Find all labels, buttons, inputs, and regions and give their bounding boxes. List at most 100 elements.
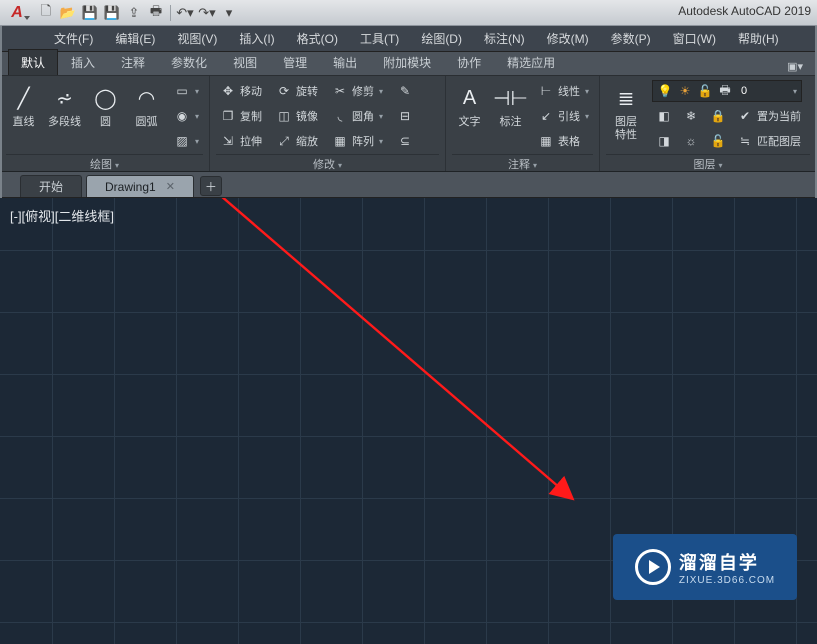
panel-modify-title[interactable]: 修改 — [216, 154, 439, 171]
menu-help[interactable]: 帮助(H) — [728, 26, 789, 51]
scale-button[interactable]: ⤢缩放 — [272, 130, 322, 152]
qat-undo-icon[interactable]: ↶▾ — [175, 3, 195, 23]
polyline-label: 多段线 — [48, 116, 81, 129]
qat-save-icon[interactable]: 💾 — [80, 3, 100, 23]
layer-off-button[interactable]: ◨ — [652, 130, 676, 152]
qat-dropdown-icon[interactable]: ▾ — [219, 3, 239, 23]
move-button[interactable]: ✥移动 — [216, 80, 266, 102]
ribbon-tab-parametric[interactable]: 参数化 — [158, 49, 220, 75]
circle-label: 圆 — [100, 116, 111, 129]
trim-label: 修剪 — [352, 83, 374, 99]
rect-button[interactable]: ▭▾ — [170, 80, 203, 102]
layer-iso-button[interactable]: ◧ — [652, 105, 676, 127]
qat-plot-icon[interactable]: 🖶 — [146, 3, 166, 23]
close-tab-icon[interactable]: ✕ — [166, 180, 175, 193]
text-icon: A — [453, 82, 485, 114]
leader-label: 引线 — [558, 108, 580, 124]
fillet-button[interactable]: ◟圆角▾ — [328, 105, 387, 127]
app-menu-button[interactable]: A — [2, 2, 32, 24]
viewport-label[interactable]: [-][俯视][二维线框] — [10, 206, 114, 225]
mirror-button[interactable]: ◫镜像 — [272, 105, 322, 127]
qat-redo-icon[interactable]: ↷▾ — [197, 3, 217, 23]
menu-modify[interactable]: 修改(M) — [537, 26, 599, 51]
ribbon-tab-featured[interactable]: 精选应用 — [494, 49, 568, 75]
menu-insert[interactable]: 插入(I) — [229, 26, 284, 51]
table-button[interactable]: ▦表格 — [534, 130, 593, 152]
offset-button[interactable]: ⊆ — [393, 130, 417, 152]
leader-button[interactable]: ↙引线▾ — [534, 105, 593, 127]
match-layer-button[interactable]: ≒匹配图层 — [733, 130, 805, 152]
circle-icon: ◯ — [90, 82, 122, 114]
layer-thaw-button[interactable]: ☼ — [679, 130, 703, 152]
offset-icon: ⊆ — [397, 133, 413, 149]
ribbon-tab-insert[interactable]: 插入 — [58, 49, 108, 75]
sun-icon: ☀ — [677, 83, 693, 99]
trim-button[interactable]: ✂修剪▾ — [328, 80, 387, 102]
array-label: 阵列 — [352, 133, 374, 149]
line-button[interactable]: ╱ 直线 — [6, 80, 41, 129]
ribbon-tab-default[interactable]: 默认 — [8, 49, 58, 75]
layer-freeze-button[interactable]: ❄ — [679, 105, 703, 127]
panel-draw-title[interactable]: 绘图 — [6, 154, 203, 171]
ribbon-collapse-button[interactable]: ▣▾ — [781, 58, 809, 75]
document-tabstrip: 开始 Drawing1 ✕ ＋ — [0, 172, 817, 198]
table-icon: ▦ — [538, 133, 554, 149]
stretch-button[interactable]: ⇲拉伸 — [216, 130, 266, 152]
hatch-button[interactable]: ▨▾ — [170, 130, 203, 152]
text-button[interactable]: A 文字 — [452, 80, 487, 129]
polyline-button[interactable]: ⩫ 多段线 — [47, 80, 82, 129]
add-tab-button[interactable]: ＋ — [200, 176, 222, 196]
qat-separator — [170, 5, 171, 21]
qat-open-icon[interactable]: 📂 — [58, 3, 78, 23]
menu-edit[interactable]: 编辑(E) — [105, 26, 165, 51]
doc-tab-start[interactable]: 开始 — [20, 175, 82, 197]
ribbon-tab-addins[interactable]: 附加模块 — [370, 49, 444, 75]
qat-cloud-icon[interactable]: ⇪ — [124, 3, 144, 23]
menu-parametric[interactable]: 参数(P) — [601, 26, 661, 51]
erase-button[interactable]: ✎ — [393, 80, 417, 102]
doc-tab-drawing1[interactable]: Drawing1 ✕ — [86, 175, 194, 197]
linear-button[interactable]: ⊢线性▾ — [534, 80, 593, 102]
layer-properties-icon: ≣ — [610, 82, 642, 114]
layer-properties-button[interactable]: ≣ 图层 特性 — [606, 80, 646, 142]
copy-button[interactable]: ❐复制 — [216, 105, 266, 127]
drawing-canvas[interactable]: [-][俯视][二维线框] 溜溜自学 ZIXUE.3D66.COM — [0, 198, 817, 644]
qat-saveas-icon[interactable]: 💾 — [102, 3, 122, 23]
layer-selector[interactable]: 💡 ☀ 🔓 🖶 0 ▾ — [652, 80, 802, 102]
menu-view[interactable]: 视图(V) — [167, 26, 227, 51]
panel-modify: ✥移动 ❐复制 ⇲拉伸 ⟳旋转 ◫镜像 ⤢缩放 ✂修剪▾ ◟圆角▾ ▦阵列▾ ✎… — [210, 76, 446, 171]
arc-button[interactable]: ◠ 圆弧 — [129, 80, 164, 129]
explode-button[interactable]: ⊟ — [393, 105, 417, 127]
ribbon-tab-annotate[interactable]: 注释 — [108, 49, 158, 75]
ribbon-tab-view[interactable]: 视图 — [220, 49, 270, 75]
panel-annotation-title[interactable]: 注释 — [452, 154, 593, 171]
ellipse-button[interactable]: ◉▾ — [170, 105, 203, 127]
panel-layers-title[interactable]: 图层 — [606, 154, 810, 171]
copy-icon: ❐ — [220, 108, 236, 124]
layer-lock-button[interactable]: 🔒 — [706, 105, 730, 127]
fillet-label: 圆角 — [352, 108, 374, 124]
menu-window[interactable]: 窗口(W) — [663, 26, 726, 51]
menu-file[interactable]: 文件(F) — [44, 26, 103, 51]
rotate-icon: ⟳ — [276, 83, 292, 99]
table-label: 表格 — [558, 133, 580, 149]
ribbon-tab-manage[interactable]: 管理 — [270, 49, 320, 75]
dimension-button[interactable]: ⊣⊢ 标注 — [493, 80, 528, 129]
menu-format[interactable]: 格式(O) — [287, 26, 348, 51]
explode-icon: ⊟ — [397, 108, 413, 124]
circle-button[interactable]: ◯ 圆 — [88, 80, 123, 129]
menu-dimension[interactable]: 标注(N) — [474, 26, 535, 51]
rotate-button[interactable]: ⟳旋转 — [272, 80, 322, 102]
rect-icon: ▭ — [174, 83, 190, 99]
layer-off-icon: ◨ — [656, 133, 672, 149]
ribbon-tab-output[interactable]: 输出 — [320, 49, 370, 75]
watermark-title: 溜溜自学 — [679, 549, 775, 575]
menu-tools[interactable]: 工具(T) — [350, 26, 409, 51]
array-button[interactable]: ▦阵列▾ — [328, 130, 387, 152]
layer-unlock-button[interactable]: 🔓 — [706, 130, 730, 152]
set-current-button[interactable]: ✔置为当前 — [733, 105, 805, 127]
ribbon-tab-collab[interactable]: 协作 — [444, 49, 494, 75]
set-current-icon: ✔ — [737, 108, 753, 124]
menu-draw[interactable]: 绘图(D) — [411, 26, 472, 51]
qat-new-icon[interactable]: 🗋 — [36, 3, 56, 23]
